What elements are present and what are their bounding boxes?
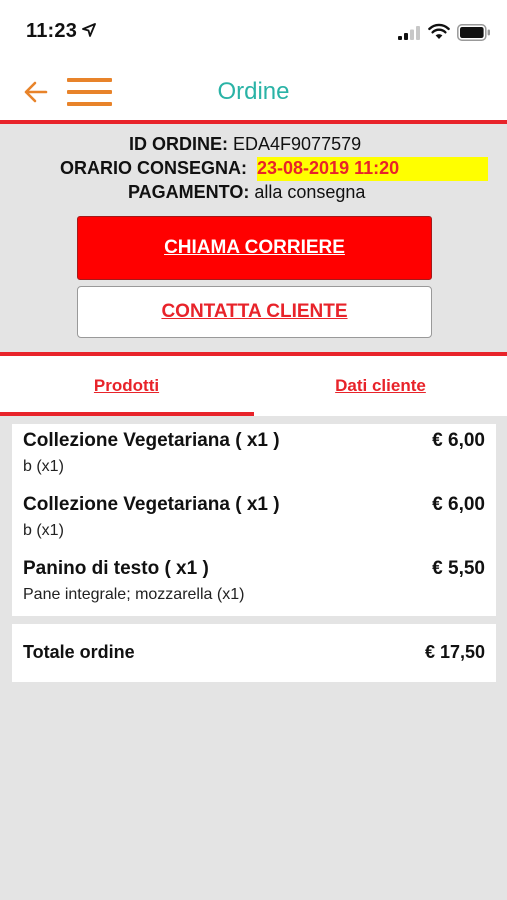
product-detail: b (x1) bbox=[23, 458, 64, 475]
order-id-row: ID ORDINE: EDA4F9077579 bbox=[129, 134, 361, 155]
delivery-time-label: ORARIO CONSEGNA: bbox=[60, 158, 248, 178]
tab-bar: Prodotti Dati cliente bbox=[0, 356, 507, 416]
order-total: Totale ordine € 17,50 bbox=[12, 624, 496, 682]
product-price: € 5,50 bbox=[432, 558, 485, 579]
delivery-time-value: 23-08-2019 11:20 bbox=[257, 158, 400, 178]
product-price: € 6,00 bbox=[432, 494, 485, 515]
product-price: € 6,00 bbox=[432, 430, 485, 451]
list-item: Collezione Vegetariana ( x1 ) € 6,00 b (… bbox=[12, 488, 496, 552]
status-bar: 11:23 bbox=[0, 0, 507, 64]
products-list: Collezione Vegetariana ( x1 ) € 6,00 b (… bbox=[12, 424, 496, 616]
order-id-value: EDA4F9077579 bbox=[233, 134, 362, 154]
product-name: Collezione Vegetariana ( x1 ) bbox=[23, 494, 280, 515]
delivery-time-row: ORARIO CONSEGNA: bbox=[60, 158, 247, 179]
nav-bar: Ordine bbox=[0, 64, 507, 120]
total-label: Totale ordine bbox=[23, 642, 135, 662]
status-time: 11:23 bbox=[26, 20, 78, 42]
call-courier-button[interactable]: CHIAMA CORRIERE bbox=[77, 216, 432, 280]
product-detail: Pane integrale; mozzarella (x1) bbox=[23, 586, 245, 603]
list-item: Panino di testo ( x1 ) € 5,50 Pane integ… bbox=[12, 552, 496, 616]
battery-icon bbox=[457, 24, 490, 41]
page-title: Ordine bbox=[217, 78, 290, 105]
payment-value: alla consegna bbox=[254, 182, 366, 202]
payment-row: PAGAMENTO: alla consegna bbox=[128, 182, 365, 203]
total-value: € 17,50 bbox=[424, 642, 485, 662]
contact-customer-button[interactable]: CONTATTA CLIENTE bbox=[77, 286, 432, 338]
tab-products[interactable]: Prodotti bbox=[0, 356, 253, 416]
active-tab-indicator bbox=[0, 412, 254, 416]
wifi-icon bbox=[428, 23, 450, 39]
product-name: Collezione Vegetariana ( x1 ) bbox=[23, 430, 280, 451]
product-name: Panino di testo ( x1 ) bbox=[23, 558, 209, 579]
payment-label: PAGAMENTO: bbox=[128, 182, 250, 202]
signal-icon bbox=[398, 26, 420, 40]
product-detail: b (x1) bbox=[23, 522, 64, 539]
order-id-label: ID ORDINE: bbox=[129, 134, 228, 154]
list-item: Collezione Vegetariana ( x1 ) € 6,00 b (… bbox=[12, 424, 496, 488]
location-arrow-icon bbox=[82, 23, 96, 37]
tab-customer-data[interactable]: Dati cliente bbox=[254, 356, 507, 416]
